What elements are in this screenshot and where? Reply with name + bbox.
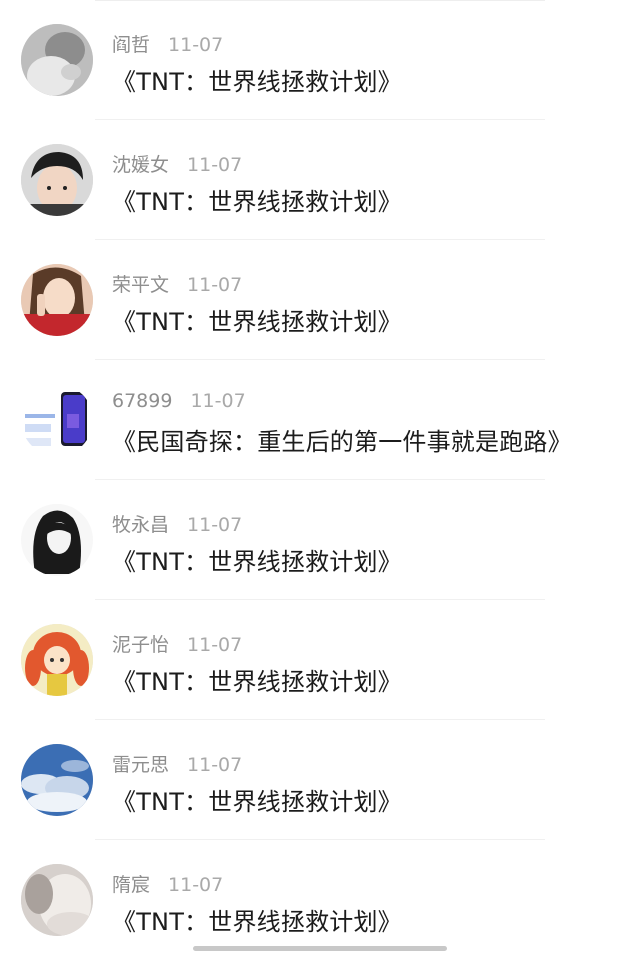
comment-item[interactable]: 牧永昌 11-07 《TNT：世界线拯救计划》 — [0, 480, 640, 600]
comment-date: 11-07 — [168, 874, 224, 896]
comment-item[interactable]: 荣平文 11-07 《TNT：世界线拯救计划》 — [0, 240, 640, 360]
comment-date: 11-07 — [187, 274, 243, 296]
comment-item[interactable]: 阎哲 11-07 《TNT：世界线拯救计划》 — [0, 0, 640, 120]
anime-redhair-avatar[interactable] — [21, 624, 93, 696]
comment-date: 11-07 — [187, 514, 243, 536]
username[interactable]: 67899 — [112, 390, 172, 412]
comment-meta: 阎哲 11-07 — [112, 30, 223, 57]
grayscale-portrait-avatar[interactable] — [21, 24, 93, 96]
comment-date: 11-07 — [187, 754, 243, 776]
comment-item[interactable]: 67899 11-07 《民国奇探：重生后的第一件事就是跑路》 — [0, 360, 640, 480]
book-title[interactable]: 《民国奇探：重生后的第一件事就是跑路》 — [112, 422, 572, 457]
comment-meta: 牧永昌 11-07 — [112, 510, 242, 537]
username[interactable]: 荣平文 — [112, 274, 169, 296]
book-title[interactable]: 《TNT：世界线拯救计划》 — [112, 902, 402, 937]
comment-item[interactable]: 雷元思 11-07 《TNT：世界线拯救计划》 — [0, 720, 640, 840]
username[interactable]: 泥子怡 — [112, 634, 169, 656]
girl-selfie-avatar[interactable] — [21, 264, 93, 336]
comment-date: 11-07 — [187, 634, 243, 656]
comment-item[interactable]: 隋宸 11-07 《TNT：世界线拯救计划》 — [0, 840, 640, 960]
book-title[interactable]: 《TNT：世界线拯救计划》 — [112, 662, 402, 697]
anime-sketch-avatar[interactable] — [21, 504, 93, 576]
comment-meta: 泥子怡 11-07 — [112, 630, 242, 657]
boy-portrait-avatar[interactable] — [21, 144, 93, 216]
username[interactable]: 雷元思 — [112, 754, 169, 776]
comment-date: 11-07 — [190, 390, 246, 412]
book-title[interactable]: 《TNT：世界线拯救计划》 — [112, 302, 402, 337]
comment-item[interactable]: 泥子怡 11-07 《TNT：世界线拯救计划》 — [0, 600, 640, 720]
username[interactable]: 阎哲 — [112, 34, 150, 56]
comment-meta: 沈媛女 11-07 — [112, 150, 242, 177]
comment-meta: 67899 11-07 — [112, 390, 246, 412]
phone-ad-avatar[interactable] — [21, 384, 93, 456]
book-title[interactable]: 《TNT：世界线拯救计划》 — [112, 542, 402, 577]
comment-date: 11-07 — [187, 154, 243, 176]
comment-item[interactable]: 沈媛女 11-07 《TNT：世界线拯救计划》 — [0, 120, 640, 240]
comment-meta: 荣平文 11-07 — [112, 270, 242, 297]
soft-blur-avatar[interactable] — [21, 864, 93, 936]
username[interactable]: 沈媛女 — [112, 154, 169, 176]
home-indicator[interactable] — [193, 946, 447, 951]
comment-date: 11-07 — [168, 34, 224, 56]
comment-meta: 隋宸 11-07 — [112, 870, 223, 897]
book-title[interactable]: 《TNT：世界线拯救计划》 — [112, 182, 402, 217]
cloudy-sky-avatar[interactable] — [21, 744, 93, 816]
book-title[interactable]: 《TNT：世界线拯救计划》 — [112, 62, 402, 97]
username[interactable]: 牧永昌 — [112, 514, 169, 536]
comment-meta: 雷元思 11-07 — [112, 750, 242, 777]
book-title[interactable]: 《TNT：世界线拯救计划》 — [112, 782, 402, 817]
username[interactable]: 隋宸 — [112, 874, 150, 896]
